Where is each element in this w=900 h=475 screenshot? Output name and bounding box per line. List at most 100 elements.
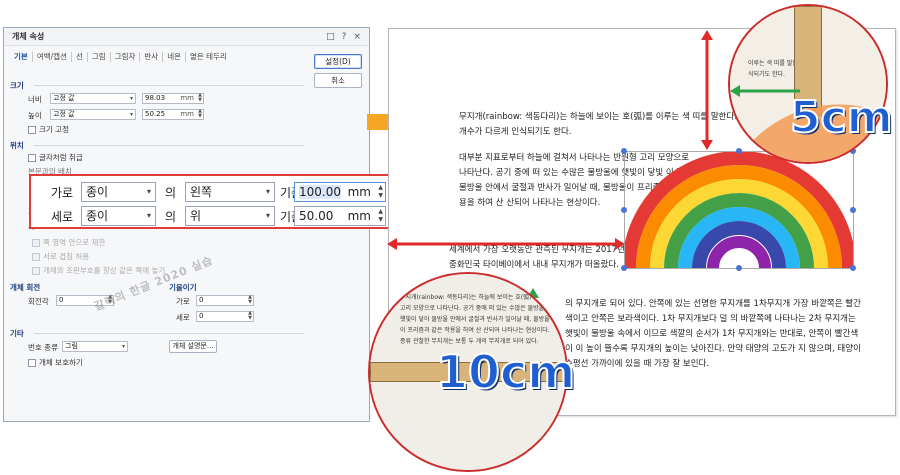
tab-line[interactable]: 선	[72, 52, 88, 62]
width-mode-value: 고정 값	[53, 94, 75, 102]
unit-label: mm	[180, 110, 194, 118]
label-10cm: 10cm	[435, 344, 576, 400]
vertical-ref-value: 종이	[86, 209, 109, 223]
fix-size-label: 크기 고정	[39, 125, 69, 134]
resize-handle[interactable]	[850, 207, 856, 213]
position-section-title: 위치	[10, 141, 24, 150]
allow-overlap-label: 서로 겹침 허용	[43, 252, 90, 261]
height-input[interactable]: 50.25 mm ▲ ▼	[142, 109, 204, 120]
skew-v-input[interactable]: 0 ▲ ▼	[196, 311, 254, 322]
width-input[interactable]: 98.03 mm ▲ ▼	[142, 93, 204, 104]
size-section-title: 크기	[10, 81, 24, 90]
cancel-button[interactable]: 취소	[314, 73, 362, 88]
height-mode-value: 고정 값	[53, 110, 75, 118]
chevron-down-icon: ▾	[265, 211, 270, 220]
chevron-down-icon: ▾	[121, 343, 125, 350]
treat-as-char-checkbox[interactable]: 글자처럼 취급	[28, 152, 83, 163]
horizontal-align-value: 왼쪽	[190, 185, 213, 199]
number-type-select[interactable]: 그림 ▾	[62, 341, 128, 352]
tab-soft-edge[interactable]: 옅은 테두리	[186, 52, 231, 62]
close-icon[interactable]: ×	[353, 32, 361, 42]
allow-overlap-checkbox[interactable]: 서로 겹침 허용	[32, 251, 89, 262]
tab-margin-caption[interactable]: 여백/캡션	[33, 52, 72, 62]
divider	[34, 333, 304, 334]
horizontal-align-select[interactable]: 왼쪽 ▾	[185, 182, 275, 202]
dialog-tabs: 기본 여백/캡션 선 그림 그림자 반사 네온 옅은 테두리	[10, 52, 231, 62]
dialog-title: 개체 속성	[12, 32, 45, 41]
checkbox-icon	[32, 252, 40, 261]
vertical-offset-value: 50.00	[299, 209, 334, 223]
width-value: 98.03	[145, 94, 166, 102]
skew-h-value: 0	[199, 296, 204, 304]
chevron-down-icon: ▾	[146, 187, 151, 196]
vertical-align-select[interactable]: 위 ▾	[185, 206, 275, 226]
label-5cm: 5cm	[789, 91, 894, 144]
restore-icon[interactable]: □	[326, 32, 335, 42]
number-type-label: 번호 종류	[28, 343, 58, 352]
checkbox-icon	[32, 238, 40, 247]
help-icon[interactable]: ?	[342, 32, 347, 42]
particle-label: 의	[165, 210, 177, 224]
unit-label: mm	[347, 209, 371, 223]
ok-button[interactable]: 설정(D)	[314, 54, 362, 69]
chevron-down-icon: ▾	[265, 187, 270, 196]
etc-section-title: 기타	[10, 329, 24, 338]
tab-picture[interactable]: 그림	[88, 52, 111, 62]
limit-to-page-checkbox[interactable]: 쪽 영역 안으로 제한	[32, 237, 105, 248]
rotate-angle-value: 0	[59, 296, 64, 304]
resize-handle[interactable]	[850, 265, 856, 271]
spinner-icon[interactable]: ▲ ▼	[248, 295, 252, 305]
skew-v-label: 세로	[176, 313, 190, 322]
spinner-icon[interactable]: ▲ ▼	[198, 93, 202, 103]
height-value: 50.25	[145, 110, 166, 118]
skew-v-value: 0	[199, 312, 204, 320]
protect-object-label: 개체 보호하기	[39, 358, 83, 367]
vertical-align-value: 위	[190, 209, 202, 223]
chevron-down-icon: ▾	[129, 95, 133, 102]
horizontal-offset-input[interactable]: 100.00 mm ▲ ▼	[294, 182, 386, 202]
limit-to-page-label: 쪽 영역 안으로 제한	[43, 238, 106, 247]
horizontal-offset-value: 100.00	[299, 185, 341, 199]
height-label: 높이	[28, 111, 42, 120]
object-description-button[interactable]: 개체 설명문...	[169, 340, 217, 353]
skew-h-label: 가로	[176, 297, 190, 306]
divider	[34, 145, 304, 146]
divider	[34, 85, 304, 86]
checkbox-icon	[28, 358, 36, 367]
tab-neon[interactable]: 네온	[163, 52, 186, 62]
rotate-angle-label: 회전각	[28, 297, 49, 306]
horizontal-ref-value: 종이	[86, 185, 109, 199]
horizontal-ref-select[interactable]: 종이 ▾	[81, 182, 156, 202]
height-mode-select[interactable]: 고정 값 ▾	[50, 109, 136, 120]
tab-reflection[interactable]: 반사	[140, 52, 164, 62]
checkbox-icon	[28, 125, 36, 134]
fix-size-checkbox[interactable]: 크기 고정	[28, 124, 69, 135]
vertical-ref-select[interactable]: 종이 ▾	[81, 206, 156, 226]
treat-as-char-label: 글자처럼 취급	[39, 153, 83, 162]
checkbox-icon	[28, 153, 36, 162]
rotate-section-title: 개체 회전	[10, 283, 41, 292]
zoom-bottom-text: 무지개(rainbow: 색동다리)는 하늘에 보이는 호(弧) 반원형 고리 …	[400, 294, 550, 345]
spinner-icon[interactable]: ▲ ▼	[248, 311, 252, 321]
keep-with-anchor-label: 개체와 조판부호를 항상 같은 쪽에 놓기	[43, 266, 166, 275]
keep-with-anchor-checkbox[interactable]: 개체와 조판부호를 항상 같은 쪽에 놓기	[32, 265, 165, 276]
resize-handle[interactable]	[736, 265, 742, 271]
spinner-icon[interactable]: ▲ ▼	[378, 208, 383, 224]
number-type-value: 그림	[65, 342, 78, 350]
chevron-down-icon: ▾	[146, 211, 151, 220]
checkbox-icon	[32, 266, 40, 275]
dialog-titlebar: 개체 속성 □ ? ×	[4, 28, 369, 46]
horizontal-label: 가로	[51, 186, 74, 200]
spinner-icon[interactable]: ▲ ▼	[378, 184, 383, 200]
tab-basic[interactable]: 기본	[10, 52, 33, 62]
vertical-offset-input[interactable]: 50.00 mm ▲ ▼	[294, 206, 386, 226]
unit-label: mm	[347, 185, 371, 199]
tab-shadow[interactable]: 그림자	[111, 52, 141, 62]
spinner-icon[interactable]: ▲ ▼	[198, 109, 202, 119]
width-mode-select[interactable]: 고정 값 ▾	[50, 93, 136, 104]
vertical-label: 세로	[51, 210, 74, 224]
protect-object-checkbox[interactable]: 개체 보호하기	[28, 357, 83, 368]
chevron-down-icon: ▾	[129, 111, 133, 118]
skew-h-input[interactable]: 0 ▲ ▼	[196, 295, 254, 306]
unit-label: mm	[180, 94, 194, 102]
